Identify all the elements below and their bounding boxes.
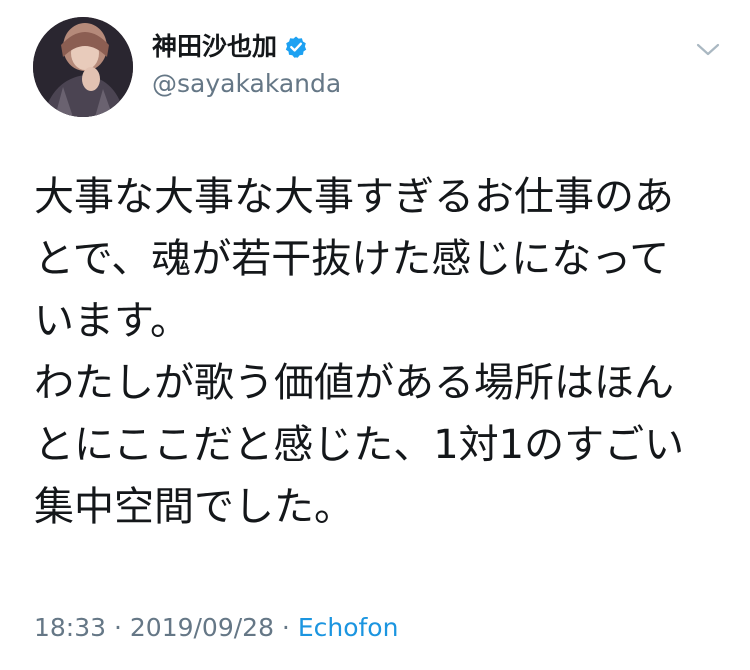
tweet-text-line: とで、魂が若干抜けた感じになって xyxy=(34,236,670,282)
tweet-text-line: わたしが歌う価値がある場所はほん xyxy=(34,360,674,406)
display-name[interactable]: 神田沙也加 xyxy=(152,30,277,64)
tweet-time[interactable]: 18:33 xyxy=(34,613,106,642)
meta-separator: · xyxy=(273,613,298,642)
tweet-text: 大事な大事な大事すぎるお仕事のあ とで、魂が若干抜けた感じになって います。 わ… xyxy=(34,166,724,538)
tweet-text-line: とにここだと感じた、1対1のすごい xyxy=(34,422,685,468)
meta-separator: · xyxy=(106,613,130,642)
tweet-date[interactable]: 2019/09/28 xyxy=(130,613,274,642)
user-handle[interactable]: @sayakakanda xyxy=(152,68,341,100)
tweet-text-line: 大事な大事な大事すぎるお仕事のあ xyxy=(34,174,674,220)
tweet-text-line: 集中空間でした。 xyxy=(34,484,354,530)
avatar[interactable] xyxy=(33,17,133,117)
tweet-source-link[interactable]: Echofon xyxy=(298,613,399,642)
user-name-row: 神田沙也加 xyxy=(152,30,308,64)
verified-badge-icon xyxy=(284,35,308,59)
tweet-meta: 18:33 · 2019/09/28 · Echofon xyxy=(34,612,398,644)
tweet-text-line: います。 xyxy=(34,298,190,344)
chevron-down-icon[interactable] xyxy=(693,40,723,60)
avatar-photo xyxy=(33,17,133,117)
